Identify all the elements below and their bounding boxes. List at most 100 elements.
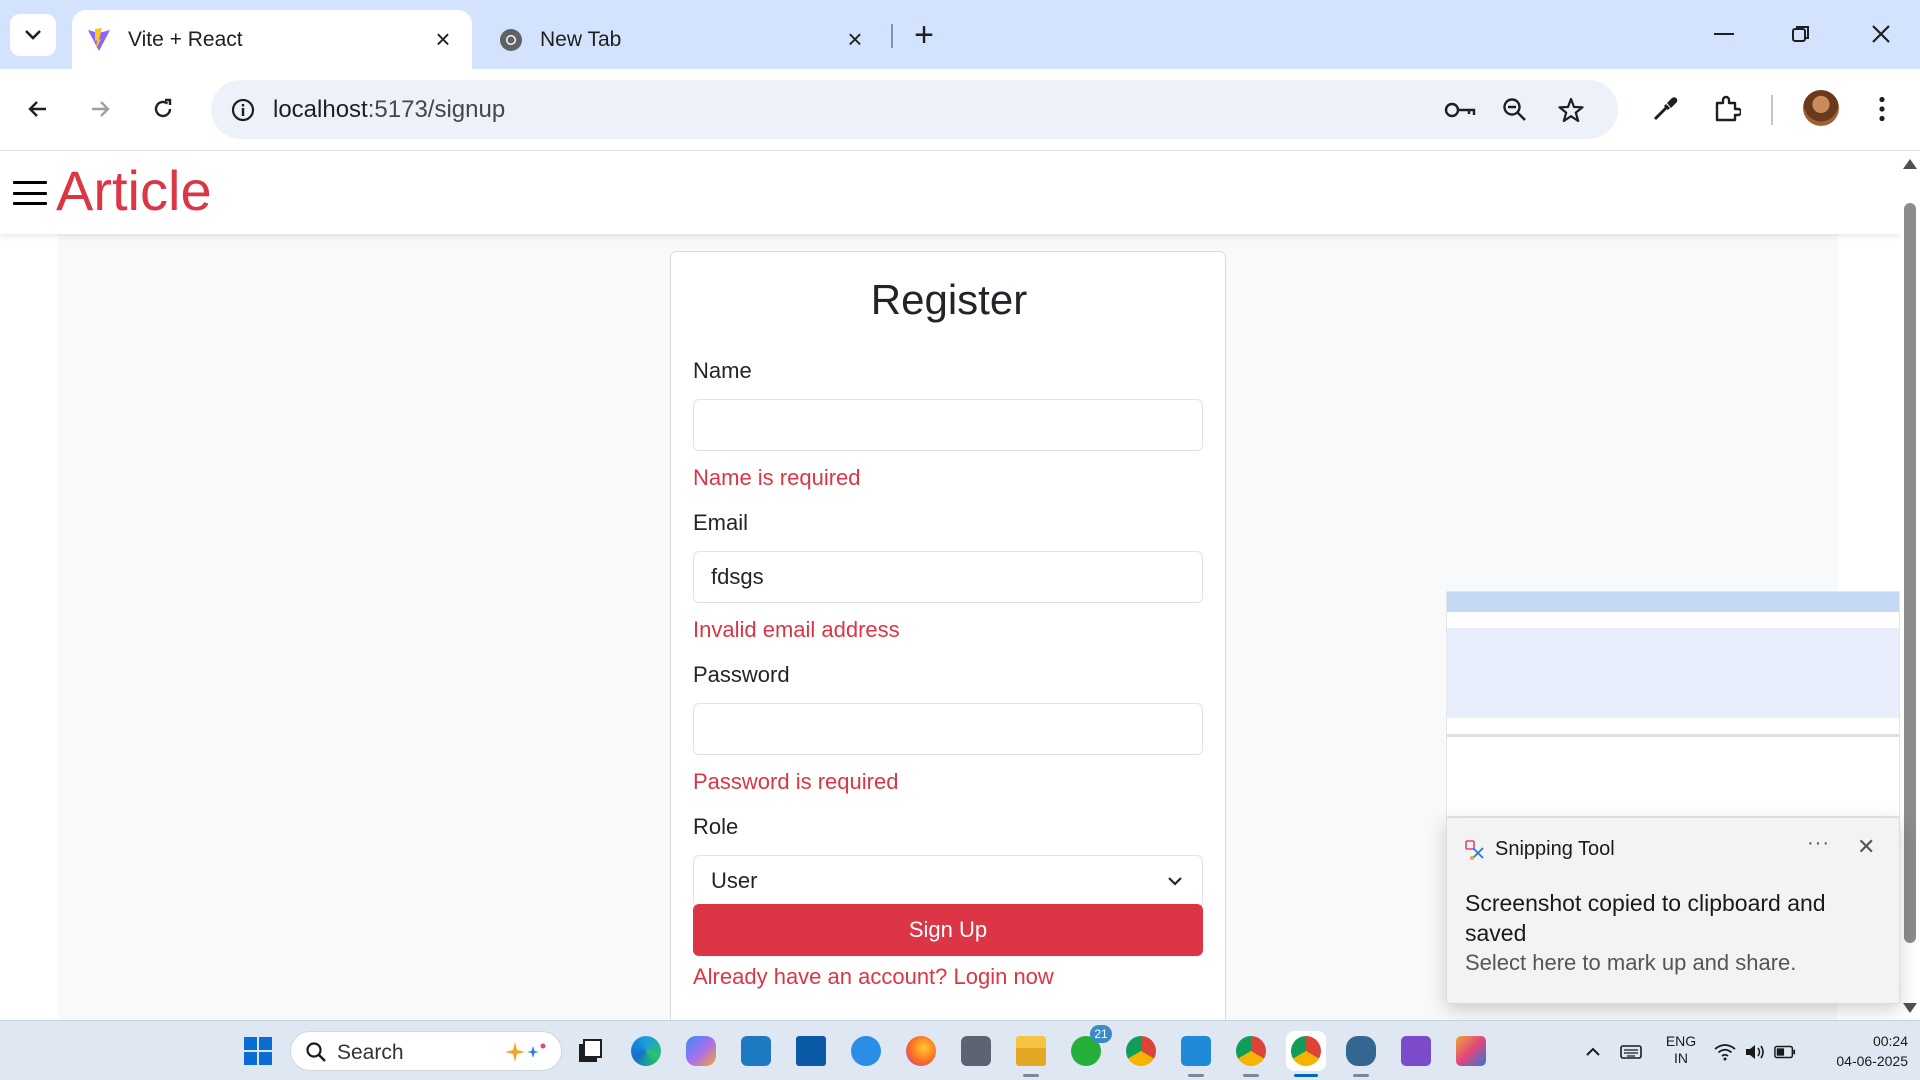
preview-block: [1447, 628, 1899, 718]
taskbar-visual-studio[interactable]: [1396, 1031, 1436, 1071]
role-select[interactable]: User: [693, 855, 1203, 907]
form-title: Register: [870, 276, 1028, 323]
task-view-icon: [579, 1039, 602, 1062]
taskbar-edge[interactable]: [626, 1031, 666, 1071]
extensions-button[interactable]: [1705, 87, 1749, 131]
eyedropper-icon: [1653, 97, 1678, 121]
reload-button[interactable]: [141, 87, 185, 131]
notification-app-name: Snipping Tool: [1495, 838, 1615, 860]
running-indicator: [1188, 1074, 1204, 1077]
taskbar-remote-desktop[interactable]: [791, 1031, 831, 1071]
email-label: Email: [693, 510, 749, 535]
help-icon: [851, 1036, 881, 1066]
active-indicator: [1294, 1074, 1318, 1077]
battery-icon[interactable]: [1774, 1041, 1796, 1063]
name-label: Name: [693, 358, 752, 383]
chrome-menu-button[interactable]: [1860, 87, 1904, 131]
wifi-icon[interactable]: [1714, 1041, 1736, 1063]
preview-bar: [1447, 592, 1899, 612]
task-view-button[interactable]: [570, 1031, 610, 1071]
taskbar-snipping-tool[interactable]: [1451, 1031, 1491, 1071]
clock-time: 00:24: [1872, 1033, 1908, 1049]
snip-preview-thumbnail[interactable]: [1446, 591, 1900, 817]
start-button[interactable]: [238, 1031, 278, 1071]
url-text: localhost:5173/signup: [273, 96, 505, 124]
tab-title: Vite + React: [128, 27, 243, 51]
visual-studio-icon: [1401, 1036, 1431, 1066]
login-link[interactable]: Already have an account? Login now: [693, 964, 1054, 990]
chevron-down-icon: [1168, 877, 1182, 886]
language-code: ENG: [1665, 1033, 1697, 1049]
close-icon: [1872, 25, 1890, 43]
name-input[interactable]: [693, 399, 1203, 451]
close-tab-icon[interactable]: ×: [428, 24, 458, 55]
restore-icon: [1792, 26, 1809, 42]
notification-more-icon[interactable]: ···: [1807, 832, 1830, 855]
taskbar-firefox[interactable]: [901, 1031, 941, 1071]
tab-new-tab[interactable]: New Tab ×: [484, 10, 884, 69]
scroll-down-arrow-icon[interactable]: [1903, 1003, 1917, 1013]
bookmark-star-icon[interactable]: [1553, 92, 1589, 128]
taskbar-copilot[interactable]: [681, 1031, 721, 1071]
password-input[interactable]: [693, 703, 1203, 755]
forward-button[interactable]: [78, 87, 122, 131]
notification-subtext: Select here to mark up and share.: [1465, 950, 1797, 975]
folder-icon: [1016, 1036, 1046, 1066]
site-info-icon[interactable]: [225, 92, 261, 128]
password-key-icon[interactable]: [1442, 92, 1478, 128]
puzzle-icon: [1715, 95, 1741, 122]
eyedropper-extension-button[interactable]: [1643, 87, 1687, 131]
zoom-icon[interactable]: [1497, 92, 1533, 128]
show-hidden-icons-chevron-icon[interactable]: [1582, 1041, 1604, 1063]
keyboard-icon[interactable]: [1620, 1041, 1642, 1063]
taskbar-search[interactable]: Search: [290, 1031, 562, 1071]
email-input[interactable]: fdsgs: [693, 551, 1203, 603]
chevron-down-icon: [25, 30, 41, 40]
taskbar-camera[interactable]: [956, 1031, 996, 1071]
taskbar-postgresql[interactable]: [1341, 1031, 1381, 1077]
tab-separator: [891, 24, 893, 48]
scroll-up-arrow-icon[interactable]: [1903, 159, 1917, 169]
minimize-icon: [1714, 33, 1734, 35]
chrome-profile-icon: [1291, 1036, 1321, 1066]
volume-icon[interactable]: [1744, 1041, 1766, 1063]
close-tab-icon[interactable]: ×: [840, 24, 870, 55]
url-host: localhost: [273, 96, 368, 123]
taskbar-chrome-profile-2[interactable]: [1286, 1031, 1326, 1077]
taskbar-chrome[interactable]: [1121, 1031, 1161, 1071]
firefox-icon: [906, 1036, 936, 1066]
taskbar-help[interactable]: [846, 1031, 886, 1071]
page-scrollbar[interactable]: [1900, 151, 1920, 1020]
taskbar-whatsapp[interactable]: 21: [1066, 1025, 1112, 1071]
close-window-button[interactable]: [1851, 14, 1911, 54]
taskbar-vscode[interactable]: [1176, 1031, 1216, 1077]
snipping-tool-notification[interactable]: Snipping Tool ··· ✕ Screenshot copied to…: [1446, 817, 1900, 1004]
address-bar[interactable]: localhost:5173/signup: [211, 80, 1618, 139]
notification-close-icon[interactable]: ✕: [1857, 834, 1875, 860]
role-selected-value: User: [711, 868, 758, 893]
system-clock[interactable]: 00:24 04-06-2025: [1808, 1031, 1908, 1071]
minimize-button[interactable]: [1694, 14, 1754, 54]
restore-button[interactable]: [1771, 14, 1831, 54]
camera-icon: [961, 1036, 991, 1066]
language-indicator[interactable]: ENG IN: [1660, 1033, 1702, 1067]
tab-vite-react[interactable]: Vite + React ×: [72, 10, 472, 69]
app-navbar: Article: [0, 151, 1900, 234]
taskbar-mysql[interactable]: [736, 1031, 776, 1071]
clock-date: 04-06-2025: [1836, 1053, 1908, 1069]
hamburger-menu-icon[interactable]: [13, 181, 47, 205]
tab-search-button[interactable]: [10, 14, 56, 56]
taskbar-file-explorer[interactable]: [1011, 1031, 1051, 1077]
running-indicator: [1243, 1074, 1259, 1077]
name-error: Name is required: [693, 465, 861, 490]
password-error: Password is required: [693, 769, 899, 794]
brand-logo[interactable]: Article: [56, 158, 212, 223]
back-button[interactable]: [16, 87, 60, 131]
taskbar-chrome-profile-1[interactable]: [1231, 1031, 1271, 1077]
new-tab-button[interactable]: +: [905, 16, 943, 54]
copilot-sparkle-icon: [505, 1042, 546, 1062]
scroll-thumb[interactable]: [1904, 203, 1916, 943]
profile-avatar[interactable]: [1803, 90, 1839, 126]
remote-desktop-icon: [796, 1036, 826, 1066]
sign-up-button[interactable]: Sign Up: [693, 904, 1203, 956]
